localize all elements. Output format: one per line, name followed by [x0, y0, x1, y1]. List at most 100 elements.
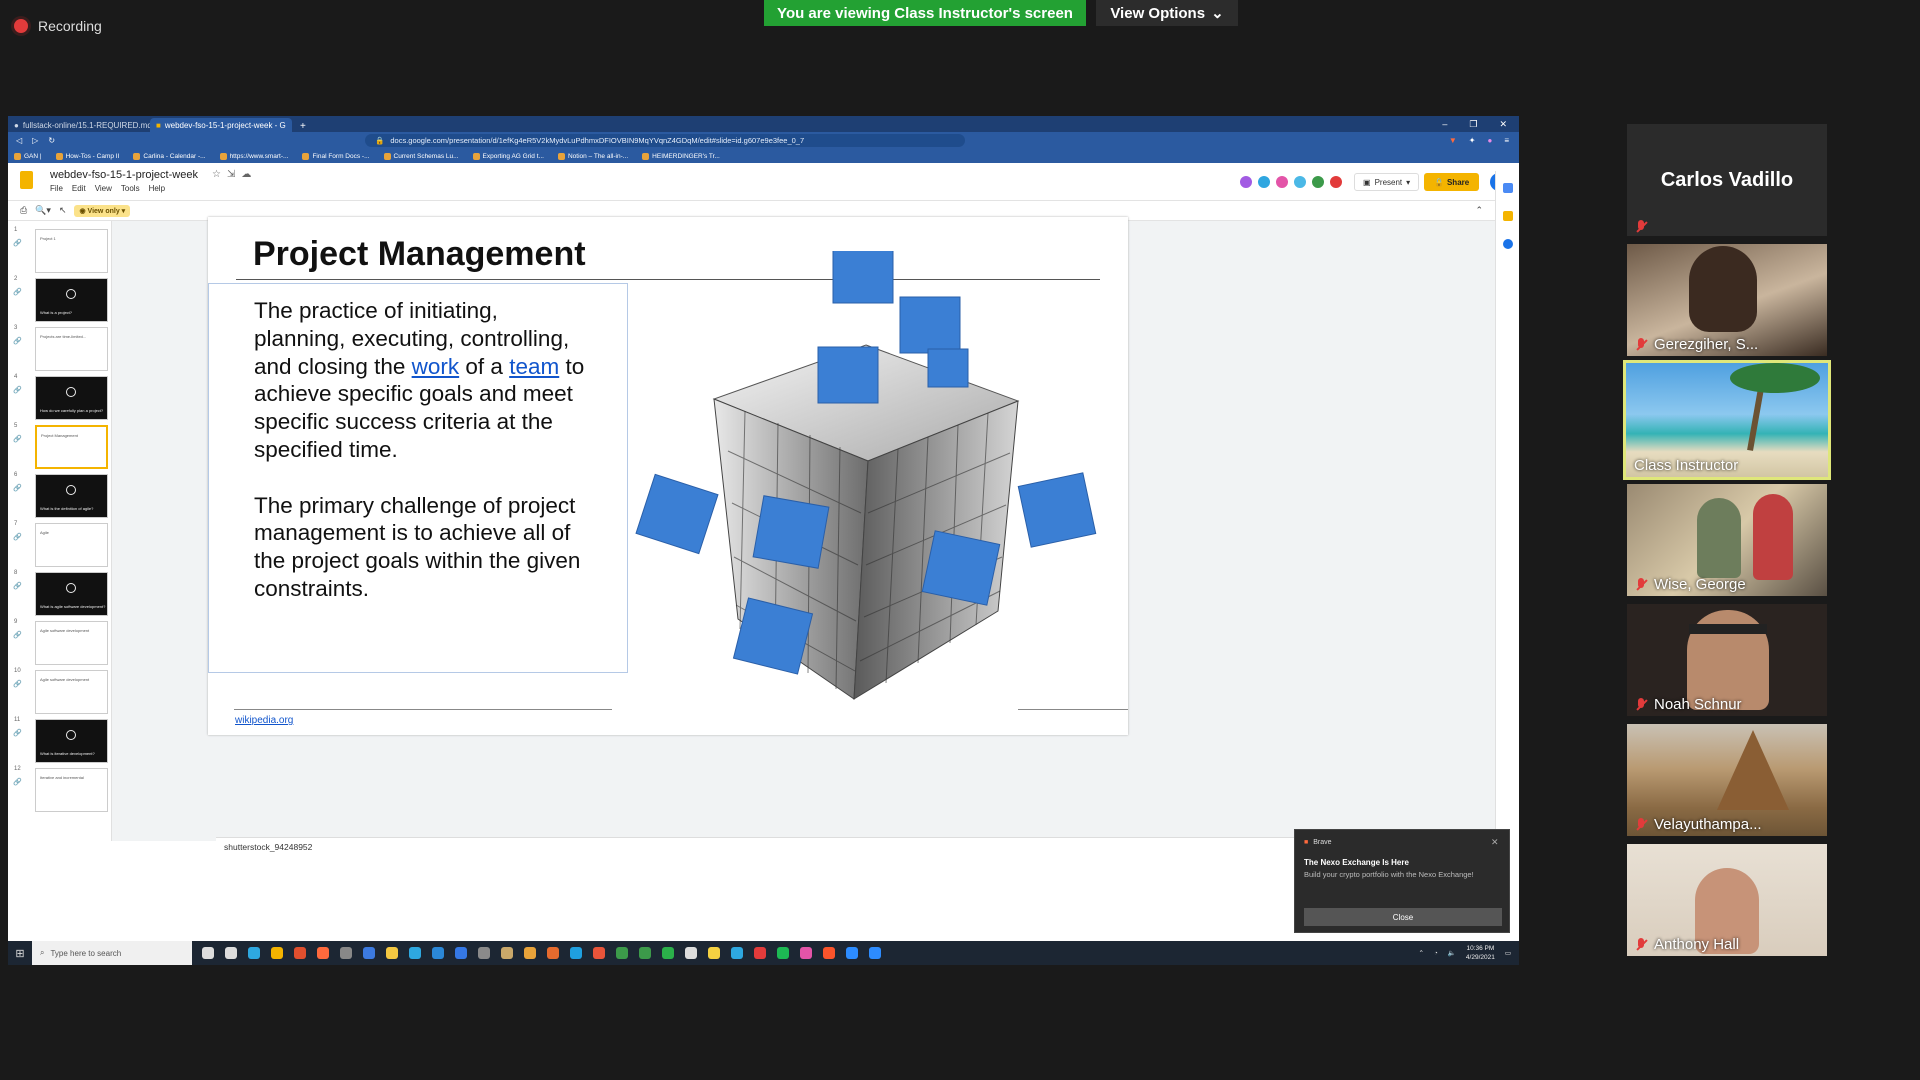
taskbar-app-icon[interactable]	[340, 947, 352, 959]
browser-tab-2[interactable]: ■ webdev-fso-15-1-project-week - G	[150, 118, 292, 132]
bookmark-item[interactable]: GAN |	[14, 152, 42, 160]
menu-tools[interactable]: Tools	[121, 184, 140, 193]
team-link[interactable]: team	[509, 354, 559, 379]
slide-thumbnail-row[interactable]: 3 🔗 Projects are time-limited...	[8, 325, 111, 377]
avatar[interactable]	[1238, 174, 1254, 190]
present-button[interactable]: ▣ Present ▾	[1354, 173, 1420, 191]
taskbar-app-icon[interactable]	[823, 947, 835, 959]
slide-thumbnail[interactable]: Agile	[35, 523, 108, 567]
slide-thumbnail-row[interactable]: 11 🔗 What is iterative development?	[8, 717, 111, 769]
slide-thumbnail[interactable]: Agile software development	[35, 621, 108, 665]
bookmark-item[interactable]: Current Schemas Lu...	[383, 152, 459, 160]
network-icon[interactable]: ◔	[1434, 950, 1438, 957]
taskbar-app-icon[interactable]	[478, 947, 490, 959]
brave-shield-icon[interactable]: ▼	[1449, 136, 1457, 145]
view-only-badge[interactable]: ◉ View only ▾	[74, 204, 131, 217]
zoom-icon[interactable]: 🔍▾	[35, 205, 51, 216]
taskbar-app-icon[interactable]	[225, 947, 237, 959]
bookmark-item[interactable]: Final Form Docs -...	[302, 152, 370, 160]
toast-close-button[interactable]: Close	[1304, 908, 1502, 926]
slide-thumbnail[interactable]: Projects are time-limited...	[35, 327, 108, 371]
browser-tab-1[interactable]: ● fullstack-online/15.1-REQUIRED.md at	[8, 118, 150, 132]
address-bar[interactable]: 🔒 docs.google.com/presentation/d/1efKg4eR…	[365, 134, 966, 147]
slide-thumbnail[interactable]: How do we carefully plan a project?	[35, 376, 108, 420]
avatar[interactable]	[1292, 174, 1308, 190]
taskbar-app-icon[interactable]	[317, 947, 329, 959]
taskbar-app-icon[interactable]	[570, 947, 582, 959]
slide-thumbnail[interactable]: Agile software development	[35, 670, 108, 714]
avatar[interactable]	[1274, 174, 1290, 190]
profile-icon[interactable]: ●	[1487, 136, 1492, 145]
taskbar-app-icon[interactable]	[685, 947, 697, 959]
taskbar-app-icon[interactable]	[501, 947, 513, 959]
slide-thumbnail-row[interactable]: 10 🔗 Agile software development	[8, 668, 111, 720]
taskbar-app-icon[interactable]	[271, 947, 283, 959]
taskbar-app-icon[interactable]	[202, 947, 214, 959]
taskbar-app-icon[interactable]	[777, 947, 789, 959]
taskbar-app-icon[interactable]	[363, 947, 375, 959]
new-tab-button[interactable]: +	[292, 121, 314, 132]
slide-thumbnail-row[interactable]: 6 🔗 What is the definition of agile?	[8, 472, 111, 524]
tray-chevron-icon[interactable]: ⌃	[1418, 949, 1423, 957]
menu-view[interactable]: View	[95, 184, 112, 193]
slide-thumbnail-row[interactable]: 4 🔗 How do we carefully plan a project?	[8, 374, 111, 426]
menu-help[interactable]: Help	[149, 184, 165, 193]
tasks-icon[interactable]	[1503, 239, 1513, 249]
taskbar-app-icon[interactable]	[754, 947, 766, 959]
move-icon[interactable]: ⇲	[227, 169, 235, 180]
close-icon[interactable]: ✕	[1499, 119, 1507, 130]
slide-thumbnail-row[interactable]: 8 🔗 What is agile software development?	[8, 570, 111, 622]
taskbar-app-icon[interactable]	[616, 947, 628, 959]
taskbar-app-icon[interactable]	[547, 947, 559, 959]
participant-tile-carlos[interactable]: Carlos Vadillo	[1627, 124, 1827, 236]
taskbar-app-icon[interactable]	[708, 947, 720, 959]
bookmark-item[interactable]: Exporting AG Grid t...	[472, 152, 544, 160]
participant-tile-velayuthampa[interactable]: Velayuthampa...	[1627, 724, 1827, 836]
slide-thumbnail[interactable]: What is iterative development?	[35, 719, 108, 763]
clock[interactable]: 10:36 PM 4/29/2021	[1466, 944, 1495, 962]
close-icon[interactable]: ✕	[1491, 837, 1499, 848]
participant-tile-wise[interactable]: Wise, George	[1627, 484, 1827, 596]
taskbar-app-icon[interactable]	[593, 947, 605, 959]
windows-start-icon[interactable]: ⊞	[8, 941, 32, 965]
avatar[interactable]	[1256, 174, 1272, 190]
slide-thumbnail-row[interactable]: 5 🔗 Project Management	[8, 423, 111, 475]
reload-icon[interactable]: ↻	[48, 136, 55, 145]
menu-file[interactable]: File	[50, 184, 63, 193]
bookmark-item[interactable]: Notion – The all-in-...	[557, 152, 628, 160]
taskbar-search[interactable]: ⌕ Type here to search	[32, 941, 192, 965]
slide-thumbnail[interactable]: Project 1	[35, 229, 108, 273]
slide-thumbnail[interactable]: What is agile software development?	[35, 572, 108, 616]
calendar-icon[interactable]	[1503, 183, 1513, 193]
slide-thumbnail-row[interactable]: 7 🔗 Agile	[8, 521, 111, 573]
share-button[interactable]: 🔒 Share	[1424, 173, 1480, 191]
slide-thumbnail-row[interactable]: 1 🔗 Project 1	[8, 227, 111, 279]
minimize-icon[interactable]: –	[1442, 119, 1447, 130]
avatar[interactable]	[1328, 174, 1344, 190]
extension-icon[interactable]: ✦	[1469, 136, 1476, 145]
recording-indicator[interactable]: Recording	[14, 14, 102, 38]
menu-edit[interactable]: Edit	[72, 184, 86, 193]
menu-icon[interactable]: ≡	[1504, 136, 1509, 145]
forward-icon[interactable]: ▷	[32, 136, 38, 145]
volume-icon[interactable]: 🔈	[1448, 949, 1456, 957]
taskbar-app-icon[interactable]	[846, 947, 858, 959]
taskbar-app-icon[interactable]	[432, 947, 444, 959]
source-link[interactable]: wikipedia.org	[235, 715, 293, 726]
taskbar-app-icon[interactable]	[386, 947, 398, 959]
star-icon[interactable]: ☆	[212, 169, 221, 180]
cloud-icon[interactable]: ☁	[241, 169, 251, 180]
slide-thumbnail-row[interactable]: 2 🔗 What is a project?	[8, 276, 111, 328]
slide-thumbnail[interactable]: Iterative and incremental	[35, 768, 108, 812]
taskbar-app-icon[interactable]	[639, 947, 651, 959]
view-options-button[interactable]: View Options ⌄	[1096, 0, 1238, 26]
document-title[interactable]: webdev-fso-15-1-project-week	[50, 169, 198, 181]
slide-thumbnail-row[interactable]: 12 🔗 Iterative and incremental	[8, 766, 111, 818]
taskbar-app-icon[interactable]	[524, 947, 536, 959]
bookmark-item[interactable]: How-Tos - Camp II	[55, 152, 119, 160]
work-link[interactable]: work	[412, 354, 460, 379]
taskbar-app-icon[interactable]	[294, 947, 306, 959]
slide-thumbnail[interactable]: What is a project?	[35, 278, 108, 322]
taskbar-app-icon[interactable]	[800, 947, 812, 959]
collapse-icon[interactable]: ⌃	[1475, 205, 1483, 216]
